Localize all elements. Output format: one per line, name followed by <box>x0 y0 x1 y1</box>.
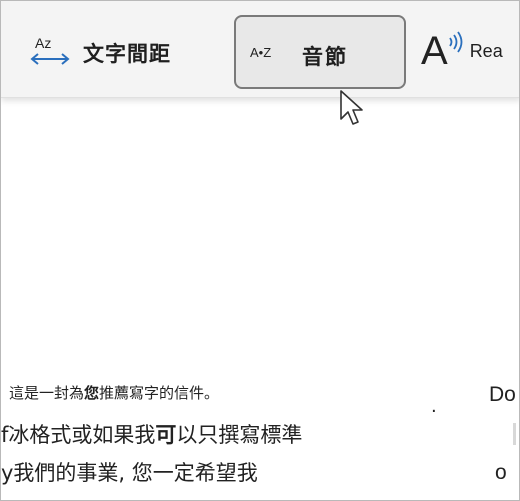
line1-text-a: 這是一封為 <box>9 384 85 402</box>
right-column-divider <box>513 423 516 445</box>
read-aloud-icon: A <box>421 29 448 73</box>
text-spacing-label: 文字間距 <box>83 42 171 66</box>
document-line-2: f冰格式或如果我可以只撰寫標準 <box>1 419 302 449</box>
syllables-button[interactable]: A•Z 音節 <box>234 15 406 89</box>
text-spacing-icon-letters: Az <box>35 35 52 51</box>
app-window: Az 文字間距 A•Z 音節 A Rea 這是一封為您推薦寫字的信件。 f冰格式… <box>0 0 520 501</box>
line2-bold-text: 可 <box>155 423 177 447</box>
text-spacing-icon: Az <box>29 33 73 73</box>
syllables-icon: A•Z <box>250 45 272 60</box>
line2-text-a: f冰格式或如果我 <box>1 423 156 447</box>
document-line-1: 這是一封為您推薦寫字的信件。 <box>9 382 219 403</box>
stray-mark: · <box>431 401 437 422</box>
read-aloud-label: Rea <box>469 40 503 61</box>
document-line-3: y我們的事業, 您一定希望我 <box>1 461 258 485</box>
sound-waves-icon <box>449 31 463 53</box>
text-spacing-button[interactable]: Az 文字間距 <box>29 31 171 75</box>
line1-bold-text: 您 <box>84 384 100 402</box>
toolbar: Az 文字間距 A•Z 音節 A Rea <box>1 1 519 98</box>
document-area: 這是一封為您推薦寫字的信件。 f冰格式或如果我可以只撰寫標準 y我們的事業, 您… <box>1 97 519 500</box>
right-column-text-1: Do <box>489 383 516 406</box>
right-column-text-2: o <box>495 461 507 484</box>
line2-text-b: 以只撰寫標準 <box>176 423 303 447</box>
syllables-label: 音節 <box>302 45 348 69</box>
read-aloud-button[interactable]: A Rea <box>421 29 503 73</box>
line1-text-b: 推薦寫字的信件。 <box>99 384 220 402</box>
